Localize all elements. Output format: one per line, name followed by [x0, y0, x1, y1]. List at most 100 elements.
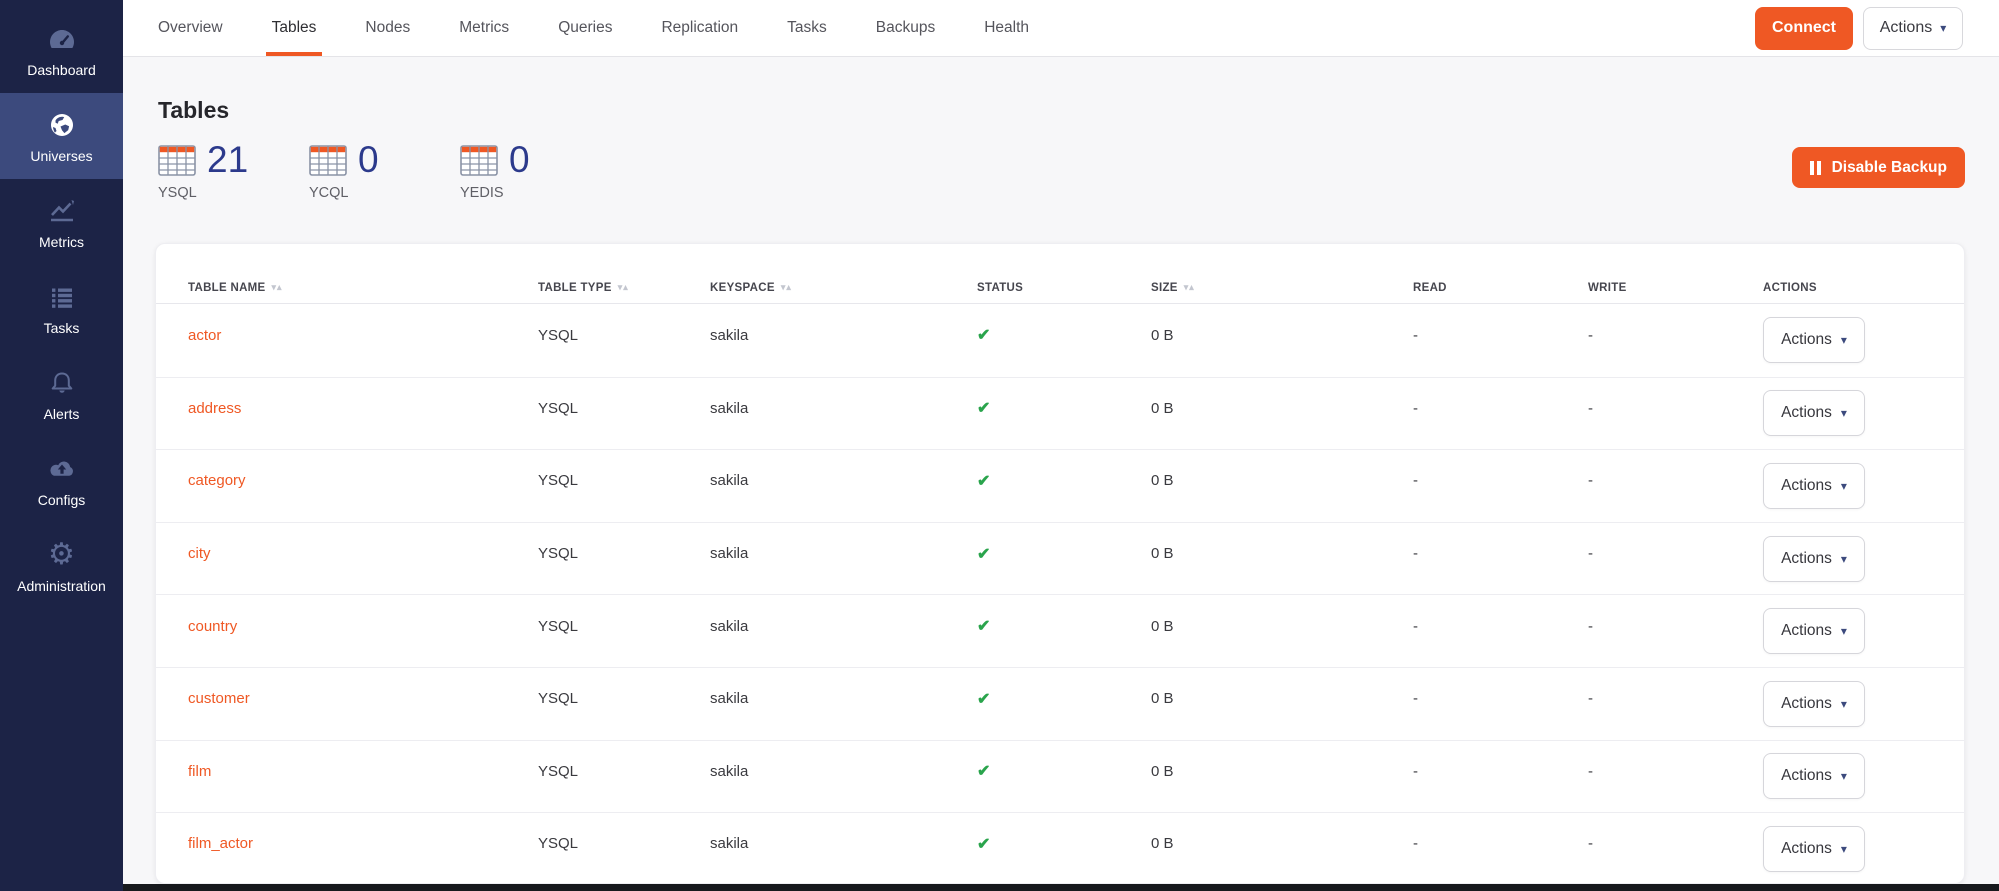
- table-name-link[interactable]: category: [188, 472, 538, 489]
- chevron-down-icon: ▾: [1841, 334, 1847, 346]
- read-cell: -: [1413, 835, 1588, 852]
- keyspace-cell: sakila: [710, 763, 977, 780]
- col-header-table-type: Table Type▾▴: [538, 282, 710, 294]
- row-actions-button[interactable]: Actions▾: [1763, 753, 1865, 799]
- size-cell: 0 B: [1151, 400, 1413, 417]
- table-type-cell: YSQL: [538, 472, 710, 489]
- read-cell: -: [1413, 472, 1588, 489]
- table-row: actor YSQL sakila ✔ 0 B - - Actions▾: [156, 304, 1964, 377]
- table-name-link[interactable]: country: [188, 618, 538, 635]
- sidebar-item-label: Configs: [38, 492, 85, 508]
- size-cell: 0 B: [1151, 618, 1413, 635]
- stat-ycql: 0 YCQL: [309, 144, 460, 201]
- tabs: Overview Tables Nodes Metrics Queries Re…: [123, 0, 1029, 56]
- read-cell: -: [1413, 618, 1588, 635]
- sidebar-item-metrics[interactable]: Metrics: [0, 179, 123, 265]
- status-success-icon: ✔: [977, 398, 1151, 418]
- sidebar-item-configs[interactable]: Configs: [0, 437, 123, 523]
- tab-backups[interactable]: Backups: [876, 0, 935, 56]
- table-name-link[interactable]: customer: [188, 690, 538, 707]
- row-actions-button[interactable]: Actions▾: [1763, 536, 1865, 582]
- sidebar-item-tasks[interactable]: Tasks: [0, 265, 123, 351]
- read-cell: -: [1413, 545, 1588, 562]
- read-cell: -: [1413, 690, 1588, 707]
- sidebar-item-label: Universes: [30, 148, 92, 164]
- sort-icon[interactable]: ▾▴: [781, 282, 792, 293]
- row-actions-button[interactable]: Actions▾: [1763, 608, 1865, 654]
- status-success-icon: ✔: [977, 471, 1151, 491]
- row-actions-button[interactable]: Actions▾: [1763, 390, 1865, 436]
- universe-actions-button[interactable]: Actions ▾: [1863, 7, 1963, 50]
- row-actions-button[interactable]: Actions▾: [1763, 826, 1865, 872]
- write-cell: -: [1588, 618, 1763, 635]
- table-count-stats: 21 YSQL 0 YCQL: [158, 144, 611, 201]
- ycql-label: YCQL: [309, 185, 460, 201]
- tab-health[interactable]: Health: [984, 0, 1029, 56]
- table-header-row: Table Name▾▴ Table Type▾▴ Keyspace▾▴ Sta…: [156, 244, 1964, 304]
- chevron-down-icon: ▾: [1841, 698, 1847, 710]
- stat-yedis: 0 YEDIS: [460, 144, 611, 201]
- tab-nodes[interactable]: Nodes: [365, 0, 410, 56]
- keyspace-cell: sakila: [710, 545, 977, 562]
- row-actions-button[interactable]: Actions▾: [1763, 317, 1865, 363]
- row-actions-button[interactable]: Actions▾: [1763, 463, 1865, 509]
- col-header-size: Size▾▴: [1151, 282, 1413, 294]
- table-row: film YSQL sakila ✔ 0 B - - Actions▾: [156, 740, 1964, 813]
- actions-button-label: Actions: [1880, 19, 1932, 37]
- tab-tables[interactable]: Tables: [272, 0, 317, 56]
- sidebar-item-label: Metrics: [39, 234, 84, 250]
- row-actions-button[interactable]: Actions▾: [1763, 681, 1865, 727]
- size-cell: 0 B: [1151, 835, 1413, 852]
- globe-icon: [46, 109, 78, 141]
- tab-replication[interactable]: Replication: [661, 0, 738, 56]
- col-header-table-name: Table Name▾▴: [188, 282, 538, 294]
- tab-queries[interactable]: Queries: [558, 0, 612, 56]
- table-row: film_actor YSQL sakila ✔ 0 B - - Actions…: [156, 812, 1964, 884]
- sidebar-item-universes[interactable]: Universes: [0, 93, 123, 179]
- window-bottom-edge: [0, 884, 1999, 891]
- ysql-label: YSQL: [158, 185, 309, 201]
- table-name-link[interactable]: address: [188, 400, 538, 417]
- table-grid-icon: [158, 145, 196, 176]
- table-type-cell: YSQL: [538, 618, 710, 635]
- connect-button[interactable]: Connect: [1755, 7, 1853, 50]
- table-row: customer YSQL sakila ✔ 0 B - - Actions▾: [156, 667, 1964, 740]
- table-name-link[interactable]: actor: [188, 327, 538, 344]
- write-cell: -: [1588, 400, 1763, 417]
- chevron-down-icon: ▾: [1841, 625, 1847, 637]
- table-row: address YSQL sakila ✔ 0 B - - Actions▾: [156, 377, 1964, 450]
- tab-overview[interactable]: Overview: [158, 0, 223, 56]
- col-header-write: Write: [1588, 282, 1763, 294]
- sort-icon[interactable]: ▾▴: [272, 282, 283, 293]
- table-name-link[interactable]: film: [188, 763, 538, 780]
- status-success-icon: ✔: [977, 689, 1151, 709]
- write-cell: -: [1588, 472, 1763, 489]
- table-name-link[interactable]: city: [188, 545, 538, 562]
- size-cell: 0 B: [1151, 327, 1413, 344]
- write-cell: -: [1588, 545, 1763, 562]
- sort-icon[interactable]: ▾▴: [618, 282, 629, 293]
- sidebar-item-label: Alerts: [44, 406, 80, 422]
- sidebar-item-administration[interactable]: ⚙ Administration: [0, 523, 123, 609]
- sidebar-item-dashboard[interactable]: Dashboard: [0, 7, 123, 93]
- sort-icon[interactable]: ▾▴: [1184, 282, 1195, 293]
- pause-icon: [1810, 161, 1821, 175]
- tab-tasks[interactable]: Tasks: [787, 0, 827, 56]
- keyspace-cell: sakila: [710, 472, 977, 489]
- gear-icon: ⚙: [46, 539, 78, 571]
- table-row: city YSQL sakila ✔ 0 B - - Actions▾: [156, 522, 1964, 595]
- table-type-cell: YSQL: [538, 327, 710, 344]
- tables-panel: Tables 21 YSQL: [123, 57, 1999, 884]
- disable-backup-button[interactable]: Disable Backup: [1792, 147, 1965, 188]
- keyspace-cell: sakila: [710, 618, 977, 635]
- sidebar-item-alerts[interactable]: Alerts: [0, 351, 123, 437]
- table-name-link[interactable]: film_actor: [188, 835, 538, 852]
- keyspace-cell: sakila: [710, 690, 977, 707]
- status-success-icon: ✔: [977, 761, 1151, 781]
- tab-metrics[interactable]: Metrics: [459, 0, 509, 56]
- disable-backup-label: Disable Backup: [1832, 159, 1947, 177]
- keyspace-cell: sakila: [710, 327, 977, 344]
- write-cell: -: [1588, 835, 1763, 852]
- write-cell: -: [1588, 690, 1763, 707]
- table-type-cell: YSQL: [538, 763, 710, 780]
